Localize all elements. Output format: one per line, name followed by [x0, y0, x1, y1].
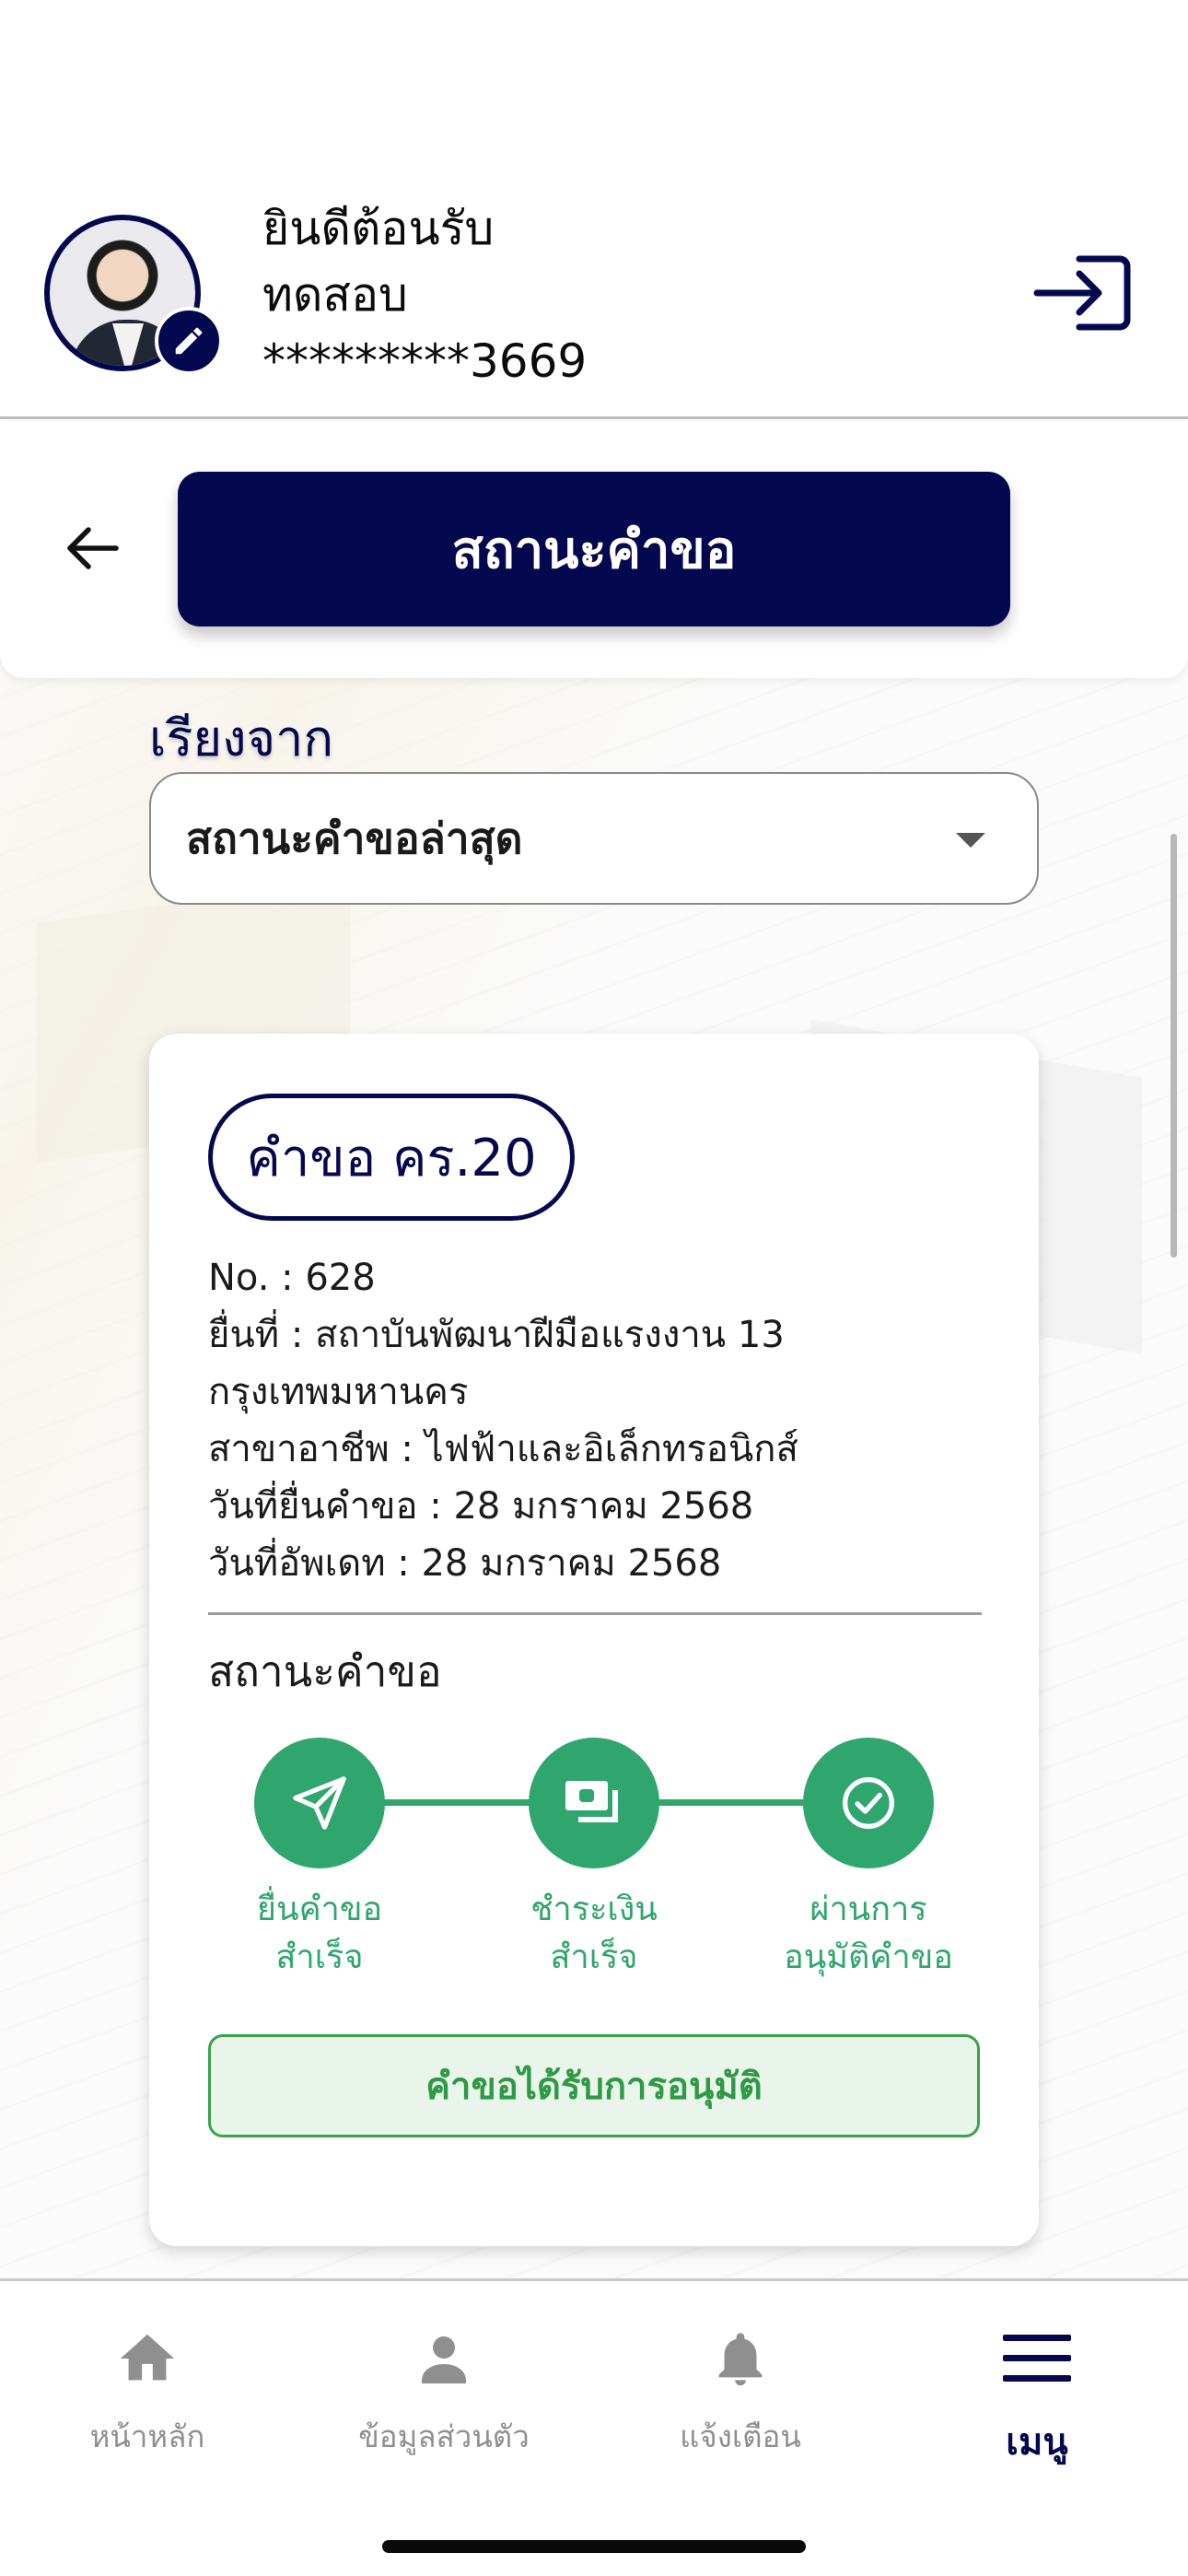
page-title: สถานะคำขอ: [178, 472, 1010, 626]
step-submitted-line2: สำเร็จ: [275, 1938, 364, 1976]
sort-label: เรียงจาก: [149, 709, 334, 767]
masked-id: *********3669: [262, 334, 588, 388]
approval-status-badge: คำขอได้รับการอนุมัติ: [208, 2034, 980, 2137]
nav-label-menu: เมนู: [1006, 2421, 1068, 2464]
payment-icon: [565, 1781, 618, 1822]
sort-select[interactable]: สถานะคำขอล่าสุด: [149, 772, 1039, 905]
nav-item-profile[interactable]: ข้อมูลส่วนตัว: [297, 2313, 591, 2478]
request-update-date: วันที่อัพเดท : 28 มกราคม 2568: [208, 1542, 722, 1585]
nav-item-notifications[interactable]: แจ้งเตือน: [593, 2313, 888, 2478]
nav-label-profile: ข้อมูลส่วนตัว: [358, 2418, 530, 2454]
logout-icon: [1033, 255, 1131, 330]
scrollbar[interactable]: [1171, 834, 1177, 1258]
nav-item-menu[interactable]: เมนู: [890, 2313, 1184, 2478]
step-approved-line2: อนุมัติคำขอ: [784, 1938, 953, 1976]
home-icon: [120, 2334, 175, 2381]
status-title: สถานะคำขอ: [208, 1646, 442, 1696]
step-paid: [529, 1738, 659, 1868]
step-approved-line1: ผ่านการ: [809, 1891, 927, 1928]
step-paid-label: ชำระเงิน สำเร็จ: [483, 1886, 705, 1982]
nav-label-home: หน้าหลัก: [89, 2418, 205, 2454]
step-paid-line2: สำเร็จ: [550, 1938, 638, 1976]
divider: [208, 1612, 982, 1615]
person-icon: [422, 2336, 466, 2383]
logout-button[interactable]: [1031, 249, 1133, 336]
request-submit-date: วันที่ยื่นคำขอ : 28 มกราคม 2568: [208, 1485, 754, 1528]
send-icon: [293, 1776, 346, 1830]
request-occupation: สาขาอาชีพ : ไฟฟ้าและอิเล็กทรอนิกส์: [208, 1428, 798, 1470]
back-button[interactable]: [55, 511, 129, 585]
step-submitted-line1: ยื่นคำขอ: [256, 1891, 383, 1928]
chevron-down-icon[interactable]: [956, 833, 985, 848]
step-submitted-label: ยื่นคำขอ สำเร็จ: [209, 1886, 430, 1982]
step-approved: [803, 1738, 934, 1868]
nav-item-home[interactable]: หน้าหลัก: [0, 2313, 295, 2478]
request-details: No. : 628 ยื่นที่ : สถาบันพัฒนาฝีมือแรงง…: [208, 1249, 1000, 1592]
menu-icon: [1003, 2335, 1071, 2382]
pencil-icon[interactable]: [155, 307, 223, 375]
user-name: ทดสอบ: [262, 268, 408, 322]
request-number: No. : 628: [208, 1257, 376, 1299]
avatar[interactable]: [44, 215, 223, 375]
sort-selected-value: สถานะคำขอล่าสุด: [186, 813, 523, 863]
step-approved-label: ผ่านการ อนุมัติคำขอ: [758, 1886, 979, 1982]
request-type-badge: คำขอ คร.20: [208, 1094, 575, 1221]
request-location-city: กรุงเทพมหานคร: [208, 1371, 469, 1413]
nav-label-notifications: แจ้งเตือน: [680, 2418, 801, 2454]
request-location: ยื่นที่ : สถาบันพัฒนาฝีมือแรงงาน 13: [208, 1314, 785, 1356]
check-circle-icon: [843, 1777, 894, 1829]
step-paid-line1: ชำระเงิน: [530, 1891, 658, 1928]
arrow-left-icon: [67, 527, 119, 569]
welcome-block: ยินดีต้อนรับ ทดสอบ *********3669: [262, 195, 587, 394]
step-submitted: [254, 1738, 385, 1868]
home-indicator: [382, 2540, 806, 2553]
greeting-text: ยินดีต้อนรับ: [262, 202, 495, 255]
bell-icon: [718, 2333, 763, 2386]
